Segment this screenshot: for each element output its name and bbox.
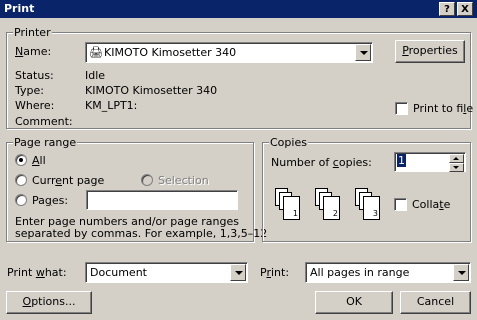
type-label: Type: <box>15 84 44 97</box>
all-label[interactable]: All <box>32 154 46 167</box>
collate-illustration: 1 2 3 <box>271 188 391 228</box>
printer-name-dropdown[interactable]: KIMOTO Kimosetter 340 🖨 <box>85 42 373 63</box>
chevron-down-icon[interactable] <box>355 44 371 61</box>
print-to-file-label[interactable]: Print to file <box>413 102 473 115</box>
print-what-label: Print what: <box>7 266 67 279</box>
status-value: Idle <box>85 69 106 82</box>
help-button[interactable]: ? <box>439 2 455 16</box>
printer-name-label: Name: <box>15 45 52 58</box>
spin-down-icon[interactable] <box>449 163 464 172</box>
printer-group: Printer Name: KIMOTO Kimosetter 340 🖨 Pr… <box>6 26 473 129</box>
number-of-copies-label: Number of copies: <box>271 156 372 169</box>
collate-label[interactable]: Collate <box>412 198 450 211</box>
page-icon: 3 <box>363 196 380 220</box>
selection-label: Selection <box>158 174 209 187</box>
copies-value[interactable]: 1 <box>397 154 406 167</box>
all-radio[interactable] <box>15 154 27 166</box>
print-range-dropdown[interactable]: All pages in range <box>305 262 471 283</box>
printer-name-value: KIMOTO Kimosetter 340 <box>104 46 237 59</box>
options-button[interactable]: Options... <box>6 291 92 314</box>
collate-checkbox[interactable] <box>394 198 407 211</box>
page-icon: 2 <box>323 196 340 220</box>
title-bar: Print ? X <box>0 0 477 18</box>
current-page-radio[interactable] <box>15 174 27 186</box>
where-value: KM_LPT1: <box>85 99 138 112</box>
print-range-value: All pages in range <box>310 266 410 279</box>
close-button[interactable]: X <box>457 2 473 16</box>
page-range-hint-line2: separated by commas. For example, 1,3,5–… <box>15 227 268 240</box>
properties-button[interactable]: Properties <box>395 40 465 63</box>
status-label: Status: <box>15 69 54 82</box>
print-label: Print: <box>260 266 290 279</box>
chevron-down-icon[interactable] <box>230 264 246 281</box>
page-range-group-label: Page range <box>13 136 78 149</box>
print-what-value: Document <box>90 266 147 279</box>
pages-radio[interactable] <box>15 194 27 206</box>
where-label: Where: <box>15 99 55 112</box>
selection-radio[interactable] <box>141 174 153 186</box>
current-page-label[interactable]: Current page <box>32 174 104 187</box>
page-icon: 1 <box>283 196 300 220</box>
type-value: KIMOTO Kimosetter 340 <box>85 84 218 97</box>
comment-label: Comment: <box>15 115 73 128</box>
chevron-down-icon[interactable] <box>453 264 469 281</box>
cancel-button[interactable]: Cancel <box>400 291 471 314</box>
ok-button[interactable]: OK <box>315 291 393 314</box>
page-range-group: Page range All Current page Selection Pa… <box>6 136 267 242</box>
spin-up-icon[interactable] <box>449 154 464 163</box>
pages-input[interactable] <box>86 190 238 210</box>
dialog-title: Print <box>4 2 35 15</box>
print-dialog: Print ? X Printer Name: KIMOTO Kimosette… <box>0 0 477 320</box>
copies-group-label: Copies <box>269 136 308 149</box>
copies-group: Copies Number of copies: 1 1 2 3 Collate <box>262 136 471 242</box>
pages-label[interactable]: Pages: <box>32 194 68 207</box>
printer-group-label: Printer <box>13 26 52 39</box>
copies-spinbox[interactable]: 1 <box>394 152 466 172</box>
print-to-file-checkbox[interactable] <box>395 102 408 115</box>
print-what-dropdown[interactable]: Document <box>85 262 248 283</box>
printer-icon: 🖨 <box>89 46 103 59</box>
